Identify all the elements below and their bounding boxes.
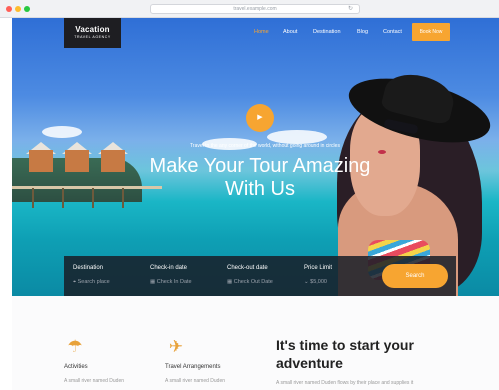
feature-desc-travel: A small river named Duden xyxy=(165,378,226,384)
adventure-description: A small river named Duden flows by their… xyxy=(276,380,414,386)
nav-destination[interactable]: Destination xyxy=(313,29,341,35)
pier-post xyxy=(62,188,64,208)
pier-post xyxy=(32,188,34,208)
hero-tagline: Travel to the any corner of the world, w… xyxy=(190,143,340,149)
close-window-dot[interactable] xyxy=(6,6,12,12)
travel-arrangements-icon: ✈ xyxy=(168,337,184,356)
adventure-heading-line2: adventure xyxy=(276,355,343,371)
nav-blog[interactable]: Blog xyxy=(357,29,368,35)
checkin-input[interactable]: ▦ Check In Date xyxy=(150,279,192,285)
cloud-image xyxy=(42,126,82,138)
checkin-label: Check-in date xyxy=(150,265,188,271)
calendar-icon: ▦ xyxy=(150,279,157,285)
price-limit-label: Price Limit xyxy=(304,265,333,271)
maximize-window-dot[interactable] xyxy=(24,6,30,12)
nav-contact[interactable]: Contact xyxy=(383,29,402,35)
feature-title-activities: Activities xyxy=(64,364,88,370)
adventure-heading: It's time to start your adventure xyxy=(276,336,476,372)
brand-name: Vacation xyxy=(75,25,110,34)
price-limit-value: $5,000 xyxy=(310,279,327,285)
lips-image xyxy=(378,150,386,154)
search-bar: Destination ⌖ Search place Check-in date… xyxy=(64,256,456,296)
cloud-image xyxy=(267,130,327,144)
play-icon[interactable]: ▶ xyxy=(246,104,274,132)
destination-input[interactable]: ⌖ Search place xyxy=(73,279,110,286)
checkout-placeholder: Check Out Date xyxy=(233,279,273,285)
adventure-heading-line1: It's time to start your xyxy=(276,337,414,353)
search-button[interactable]: Search xyxy=(382,264,448,288)
activities-icon: ☂ xyxy=(67,337,83,356)
feature-desc-activities: A small river named Duden xyxy=(64,378,125,384)
address-bar[interactable]: travel.example.com ↻ xyxy=(150,4,360,14)
destination-placeholder: Search place xyxy=(77,279,110,285)
price-limit-select[interactable]: ⌄ $5,000 xyxy=(304,279,327,285)
brand-tagline: TRAVEL AGENCY xyxy=(74,35,111,39)
book-now-button[interactable]: Book Now xyxy=(412,23,450,41)
brand-logo[interactable]: Vacation TRAVEL AGENCY xyxy=(64,18,121,48)
reload-icon[interactable]: ↻ xyxy=(348,5,353,14)
hero-headline-line1: Make Your Tour Amazing xyxy=(149,155,371,177)
hero-headline: Make Your Tour Amazing With Us xyxy=(110,155,410,201)
pier-post xyxy=(92,188,94,208)
checkout-input[interactable]: ▦ Check Out Date xyxy=(227,279,273,285)
calendar-icon: ▦ xyxy=(227,279,234,285)
feature-title-travel: Travel Arrangements xyxy=(165,364,221,370)
hut-image xyxy=(29,150,53,172)
nav-about[interactable]: About xyxy=(283,29,297,35)
hero-headline-line2: With Us xyxy=(225,178,295,200)
browser-window: travel.example.com ↻ Vacation TRAVEL AGE… xyxy=(0,0,499,390)
minimize-window-dot[interactable] xyxy=(15,6,21,12)
checkin-placeholder: Check In Date xyxy=(156,279,192,285)
checkout-label: Check-out date xyxy=(227,265,268,271)
browser-chrome: travel.example.com ↻ xyxy=(0,0,499,18)
destination-label: Destination xyxy=(73,265,104,271)
url-text: travel.example.com xyxy=(233,6,277,12)
nav-home[interactable]: Home xyxy=(254,29,269,35)
hut-image xyxy=(65,150,89,172)
